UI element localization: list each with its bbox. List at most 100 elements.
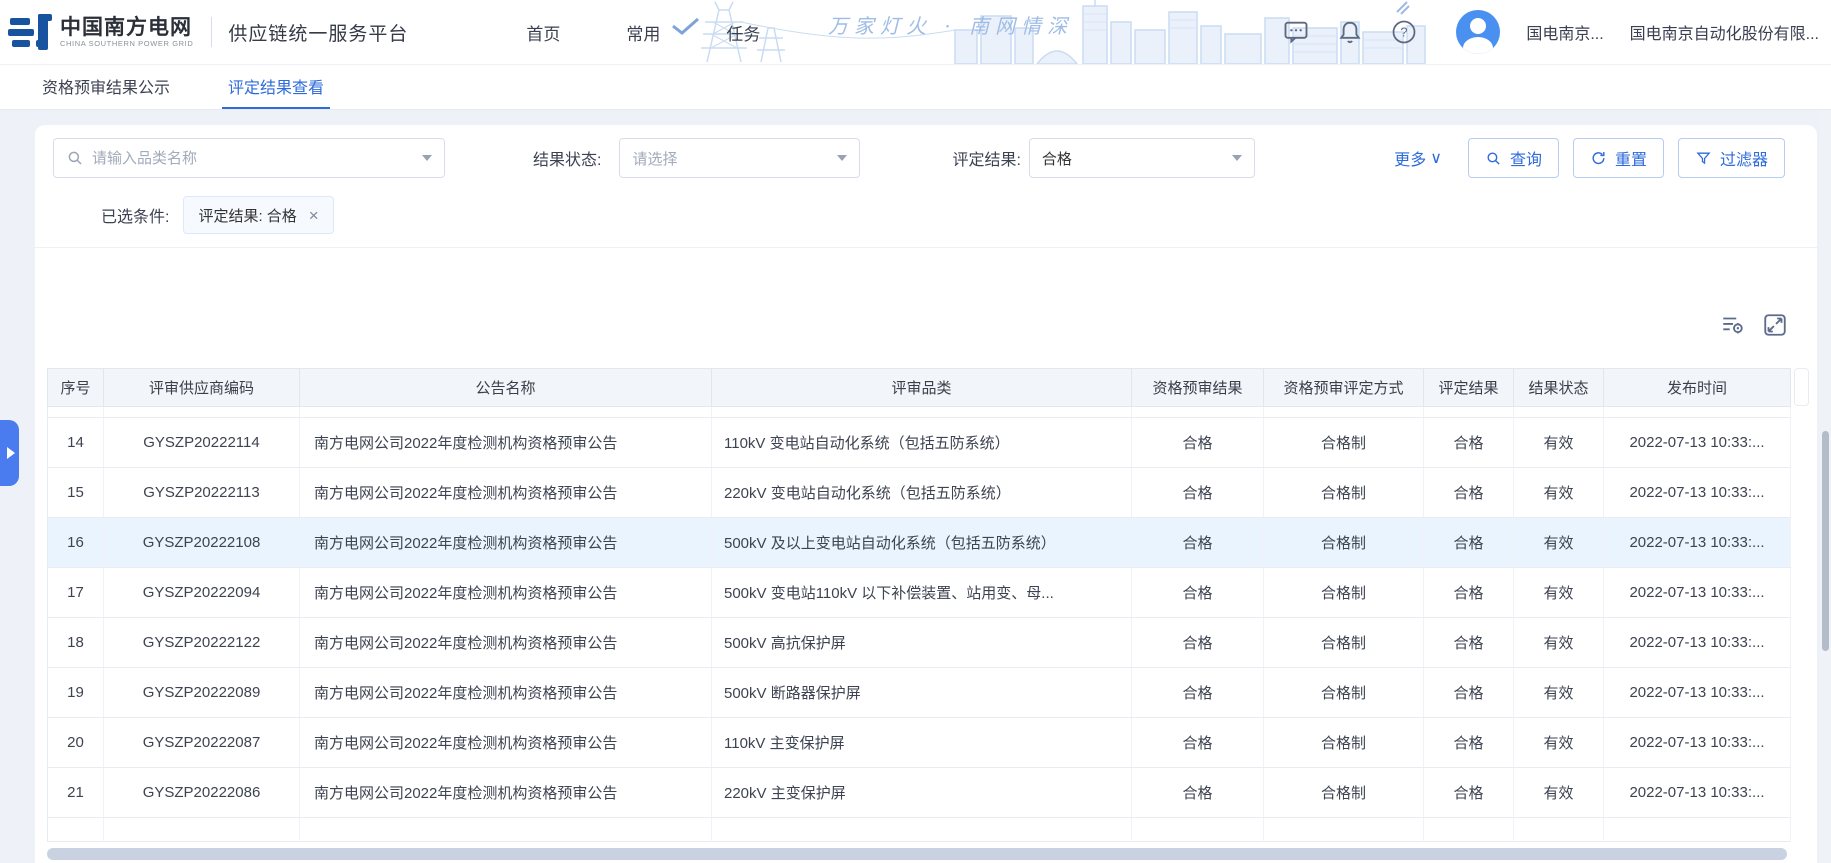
filter-button[interactable]: 过滤器 bbox=[1678, 138, 1785, 178]
cell-result-status: 有效 bbox=[1514, 518, 1604, 568]
drawer-toggle[interactable] bbox=[0, 420, 19, 486]
section-divider bbox=[35, 247, 1817, 248]
company-name[interactable]: 国电南京自动化股份有限... bbox=[1630, 20, 1819, 44]
cell-supplier-code: GYSZP20222114 bbox=[104, 418, 300, 468]
cell-prequal-result: 合格 bbox=[1132, 668, 1264, 718]
cell-supplier-code: GYSZP20222113 bbox=[104, 468, 300, 518]
notifications-bell-icon[interactable] bbox=[1336, 18, 1364, 46]
table-row[interactable]: 20 GYSZP20222087 南方电网公司2022年度检测机构资格预审公告 … bbox=[48, 718, 1791, 768]
cspg-logo-icon bbox=[8, 10, 52, 54]
results-table-wrap: 序号评审供应商编码公告名称评审品类资格预审结果资格预审评定方式评定结果结果状态发… bbox=[47, 368, 1791, 842]
cell-supplier-code: GYSZP20222089 bbox=[104, 668, 300, 718]
cell-eval-method: 合格制 bbox=[1264, 518, 1424, 568]
selected-conditions-label: 已选条件: bbox=[101, 203, 169, 227]
svg-text:?: ? bbox=[1401, 25, 1408, 40]
cell-prequal-result: 合格 bbox=[1132, 618, 1264, 668]
cell-seq: 19 bbox=[48, 668, 104, 718]
table-row[interactable]: 18 GYSZP20222122 南方电网公司2022年度检测机构资格预审公告 … bbox=[48, 618, 1791, 668]
avatar-torso bbox=[1463, 37, 1493, 54]
header-divider bbox=[211, 17, 212, 47]
chevron-down-icon bbox=[837, 155, 847, 161]
table-row[interactable]: 15 GYSZP20222113 南方电网公司2022年度检测机构资格预审公告 … bbox=[48, 468, 1791, 518]
table-row[interactable]: 17 GYSZP20222094 南方电网公司2022年度检测机构资格预审公告 … bbox=[48, 568, 1791, 618]
result-select-value: 合格 bbox=[1042, 148, 1232, 169]
user-avatar[interactable] bbox=[1456, 10, 1500, 54]
clipped-row-bottom bbox=[48, 818, 1791, 842]
cell-result-status: 有效 bbox=[1514, 468, 1604, 518]
page-scrollbar-thumb[interactable] bbox=[1822, 431, 1829, 651]
column-settings-icon[interactable] bbox=[1719, 311, 1747, 339]
cell-supplier-code: GYSZP20222094 bbox=[104, 568, 300, 618]
tab[interactable]: 资格预审结果公示 bbox=[36, 65, 176, 109]
cell-eval-result: 合格 bbox=[1424, 718, 1514, 768]
results-table: 序号评审供应商编码公告名称评审品类资格预审结果资格预审评定方式评定结果结果状态发… bbox=[47, 368, 1791, 842]
user-name[interactable]: 国电南京... bbox=[1526, 20, 1603, 44]
table-row[interactable]: 19 GYSZP20222089 南方电网公司2022年度检测机构资格预审公告 … bbox=[48, 668, 1791, 718]
cell-notice-name: 南方电网公司2022年度检测机构资格预审公告 bbox=[300, 418, 712, 468]
brand-logo: 中国南方电网 CHINA SOUTHERN POWER GRID bbox=[8, 10, 193, 54]
cell-result-status: 有效 bbox=[1514, 668, 1604, 718]
cell-notice-name: 南方电网公司2022年度检测机构资格预审公告 bbox=[300, 718, 712, 768]
cell-result-status: 有效 bbox=[1514, 768, 1604, 818]
query-button[interactable]: 查询 bbox=[1468, 138, 1559, 178]
refresh-icon bbox=[1590, 150, 1607, 167]
table-row[interactable]: 16 GYSZP20222108 南方电网公司2022年度检测机构资格预审公告 … bbox=[48, 518, 1791, 568]
cell-publish-time: 2022-07-13 10:33:... bbox=[1604, 418, 1791, 468]
status-filter-label: 结果状态: bbox=[533, 146, 601, 170]
avatar-head bbox=[1470, 18, 1486, 34]
cell-publish-time: 2022-07-13 10:33:... bbox=[1604, 518, 1791, 568]
nav-item[interactable]: 任务 bbox=[726, 20, 760, 45]
cell-prequal-result: 合格 bbox=[1132, 418, 1264, 468]
reset-button-label: 重置 bbox=[1615, 146, 1647, 170]
chevron-down-icon bbox=[1232, 155, 1242, 161]
cell-eval-method: 合格制 bbox=[1264, 418, 1424, 468]
nav-item[interactable]: 常用 bbox=[626, 20, 660, 45]
filter-chip: 评定结果: 合格 × bbox=[183, 196, 333, 234]
cell-notice-name: 南方电网公司2022年度检测机构资格预审公告 bbox=[300, 618, 712, 668]
tab[interactable]: 评定结果查看 bbox=[222, 65, 330, 109]
search-icon bbox=[66, 149, 84, 167]
cell-notice-name: 南方电网公司2022年度检测机构资格预审公告 bbox=[300, 668, 712, 718]
column-header: 评定结果 bbox=[1424, 369, 1514, 407]
cell-supplier-code: GYSZP20222108 bbox=[104, 518, 300, 568]
help-icon[interactable]: ? bbox=[1390, 18, 1418, 46]
category-search-select[interactable] bbox=[53, 138, 445, 178]
nav-item[interactable]: 首页 bbox=[526, 20, 560, 45]
table-horizontal-scrollbar[interactable] bbox=[47, 848, 1787, 860]
cell-category: 500kV 高抗保护屏 bbox=[712, 618, 1132, 668]
cell-seq: 20 bbox=[48, 718, 104, 768]
platform-title: 供应链统一服务平台 bbox=[228, 19, 408, 46]
status-select[interactable]: 请选择 bbox=[619, 138, 860, 178]
fullscreen-expand-icon[interactable] bbox=[1761, 311, 1789, 339]
result-select[interactable]: 合格 bbox=[1029, 138, 1255, 178]
reset-button[interactable]: 重置 bbox=[1573, 138, 1664, 178]
app-header: 万家灯火 · 南网情深 中国南方电网 CHINA SOUTHERN POWER … bbox=[0, 0, 1831, 64]
column-header: 序号 bbox=[48, 369, 104, 407]
cell-publish-time: 2022-07-13 10:33:... bbox=[1604, 768, 1791, 818]
more-filters-link[interactable]: 更多 ∨ bbox=[1394, 146, 1442, 170]
cell-eval-result: 合格 bbox=[1424, 418, 1514, 468]
tab-label: 评定结果查看 bbox=[228, 74, 324, 98]
cell-seq: 21 bbox=[48, 768, 104, 818]
cell-category: 500kV 变电站110kV 以下补偿装置、站用变、母... bbox=[712, 568, 1132, 618]
cell-publish-time: 2022-07-13 10:33:... bbox=[1604, 668, 1791, 718]
table-row[interactable]: 14 GYSZP20222114 南方电网公司2022年度检测机构资格预审公告 … bbox=[48, 418, 1791, 468]
table-row[interactable]: 21 GYSZP20222086 南方电网公司2022年度检测机构资格预审公告 … bbox=[48, 768, 1791, 818]
cell-supplier-code: GYSZP20222122 bbox=[104, 618, 300, 668]
cell-notice-name: 南方电网公司2022年度检测机构资格预审公告 bbox=[300, 468, 712, 518]
cell-eval-result: 合格 bbox=[1424, 668, 1514, 718]
result-filter-label: 评定结果: bbox=[952, 146, 1020, 170]
cell-prequal-result: 合格 bbox=[1132, 518, 1264, 568]
cell-category: 220kV 变电站自动化系统（包括五防系统） bbox=[712, 468, 1132, 518]
messages-icon[interactable] bbox=[1282, 18, 1310, 46]
cell-seq: 16 bbox=[48, 518, 104, 568]
cell-prequal-result: 合格 bbox=[1132, 768, 1264, 818]
cell-seq: 15 bbox=[48, 468, 104, 518]
category-search-input[interactable] bbox=[92, 150, 414, 167]
chevron-down-icon: ∨ bbox=[1430, 148, 1442, 168]
header-actions: ? 国电南京... 国电南京自动化股份有限... bbox=[1282, 10, 1819, 54]
page-scrollbar bbox=[1820, 111, 1831, 863]
close-icon[interactable]: × bbox=[309, 207, 319, 224]
cell-eval-result: 合格 bbox=[1424, 518, 1514, 568]
cell-eval-result: 合格 bbox=[1424, 618, 1514, 668]
